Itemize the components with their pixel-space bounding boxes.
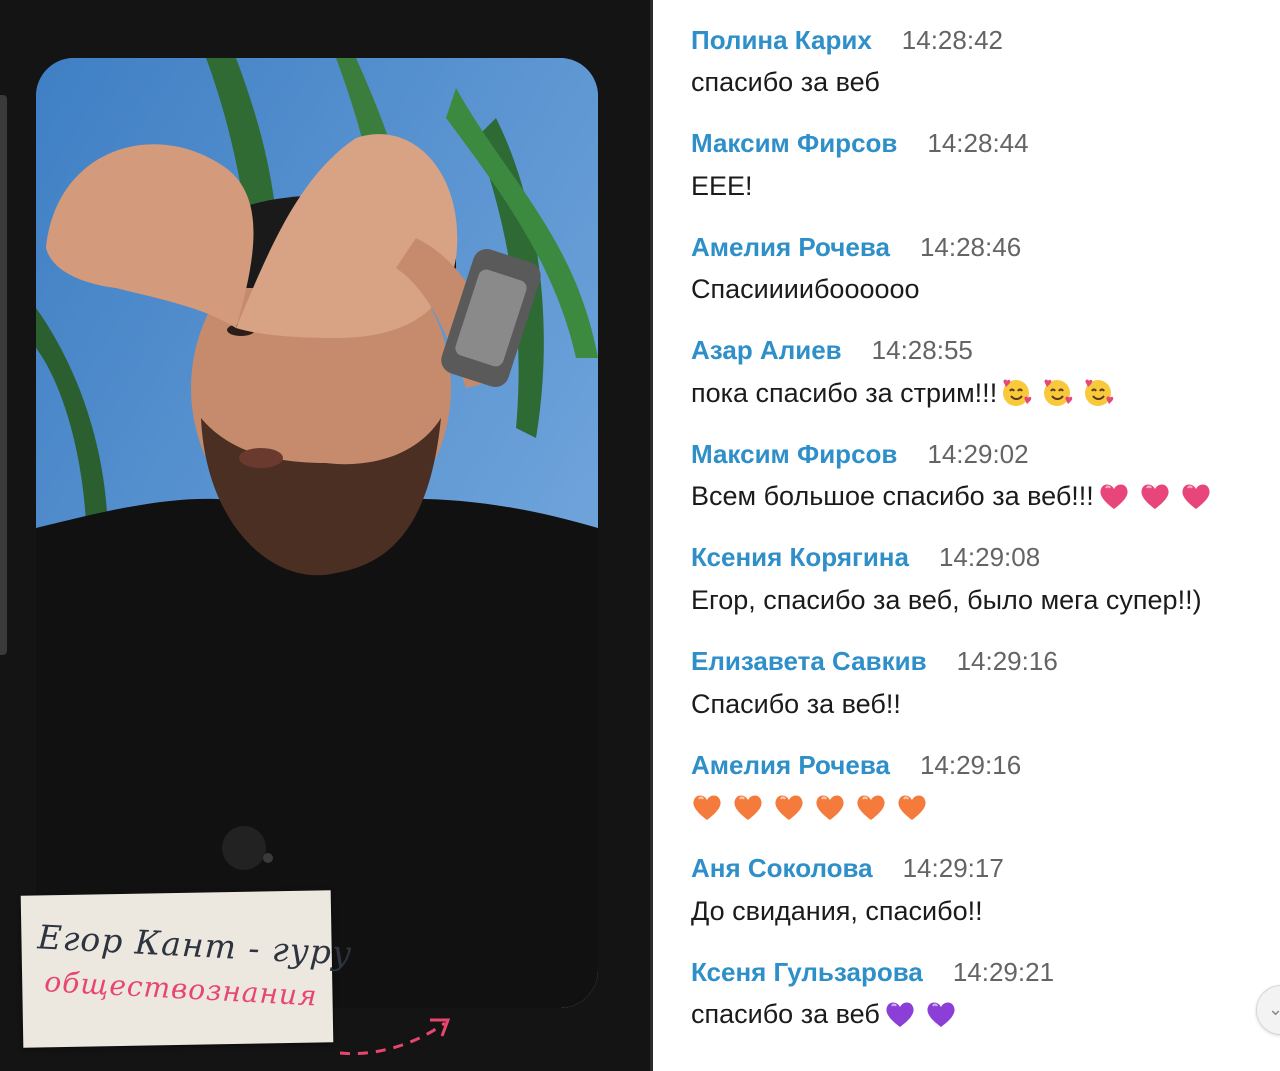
smiling-face-with-hearts-icon (1001, 378, 1033, 408)
message-text: ЕЕЕ! (691, 170, 753, 201)
message-body: Всем большое спасибо за веб!!! (691, 474, 1280, 518)
purple-heart-icon (884, 999, 916, 1029)
message-author[interactable]: Ксения Корягина (691, 542, 909, 573)
message-author[interactable]: Максим Фирсов (691, 128, 897, 159)
message-author[interactable]: Ксеня Гульзарова (691, 957, 923, 988)
message-text: спасибо за веб (691, 999, 880, 1030)
message-text: До свидания, спасибо!! (691, 895, 983, 926)
stream-video-image (36, 58, 598, 1008)
message-header: Азар Алиев 14:28:55 (691, 331, 1280, 371)
message-body: До свидания, спасибо!! (691, 889, 1280, 933)
chat-message-list[interactable]: Полина Карих 14:28:42 спасибо за веб Мак… (691, 20, 1280, 1071)
message-author[interactable]: Азар Алиев (691, 335, 842, 366)
chat-message: Ксения Корягина 14:29:08 Егор, спасибо з… (691, 538, 1280, 642)
previous-slide-edge[interactable] (0, 95, 7, 655)
chat-message: Амелия Рочева 14:29:16 (691, 745, 1280, 849)
message-author[interactable]: Максим Фирсов (691, 439, 897, 470)
message-header: Амелия Рочева 14:28:46 (691, 227, 1280, 267)
message-author[interactable]: Елизавета Савкив (691, 646, 927, 677)
orange-heart-icon (691, 792, 723, 822)
chat-message: Максим Фирсов 14:29:02 Всем большое спас… (691, 434, 1280, 538)
message-time: 14:29:08 (938, 542, 1041, 573)
message-body: пока спасибо за стрим!!! (691, 371, 1280, 415)
pink-heart-icon (1098, 481, 1130, 511)
message-time: 14:29:16 (919, 749, 1022, 780)
message-header: Ксеня Гульзарова 14:29:21 (691, 952, 1280, 992)
message-time: 14:28:46 (919, 231, 1022, 262)
chat-message: Елизавета Савкив 14:29:16 Спасибо за веб… (691, 642, 1280, 746)
message-emojis (691, 792, 937, 822)
chat-message: Максим Фирсов 14:28:44 ЕЕЕ! (691, 124, 1280, 228)
smiling-face-with-hearts-icon (1042, 378, 1074, 408)
message-header: Елизавета Савкив 14:29:16 (691, 642, 1280, 682)
message-text: спасибо за веб (691, 67, 880, 97)
message-time: 14:29:21 (952, 956, 1055, 987)
orange-heart-icon (773, 792, 805, 822)
message-header: Амелия Рочева 14:29:16 (691, 745, 1280, 785)
video-panel: Егор Кант - гуру обществознания (0, 0, 652, 1071)
message-body: спасибо за веб (691, 992, 1280, 1036)
message-header: Полина Карих 14:28:42 (691, 20, 1280, 60)
message-time: 14:29:02 (927, 438, 1029, 469)
message-text: Спасиииибоооооо (691, 274, 920, 305)
message-text: Спасибо за веб!! (691, 688, 901, 719)
chat-message: Азар Алиев 14:28:55 пока спасибо за стри… (691, 331, 1280, 435)
orange-heart-icon (732, 792, 764, 822)
orange-heart-icon (855, 792, 887, 822)
message-header: Аня Соколова 14:29:17 (691, 849, 1280, 889)
message-text: Всем большое спасибо за веб!!! (691, 481, 1094, 512)
panel-divider (650, 0, 653, 1071)
orange-heart-icon (814, 792, 846, 822)
message-time: 14:29:17 (902, 853, 1004, 884)
caption-speaker-name: Егор Кант - гуру (36, 917, 354, 973)
chat-message: Амелия Рочева 14:28:46 Спасиииибоооооо (691, 227, 1280, 331)
orange-heart-icon (896, 792, 928, 822)
chat-message: Полина Карих 14:28:42 спасибо за веб (691, 20, 1280, 124)
message-body: спасибо за веб (691, 60, 1280, 104)
speaker-caption-card: Егор Кант - гуру обществознания (20, 890, 354, 1048)
message-body: Егор, спасибо за веб, было мега супер!!) (691, 578, 1280, 622)
message-author[interactable]: Амелия Рочева (691, 750, 890, 781)
message-emojis (1098, 481, 1221, 511)
message-time: 14:29:16 (956, 646, 1058, 677)
message-header: Максим Фирсов 14:28:44 (691, 124, 1280, 164)
message-body: ЕЕЕ! (691, 164, 1280, 208)
message-emojis (884, 999, 966, 1029)
message-time: 14:28:42 (901, 24, 1003, 55)
message-author[interactable]: Полина Карих (691, 25, 872, 56)
message-author[interactable]: Амелия Рочева (691, 232, 890, 263)
message-body: Спасиииибоооооо (691, 267, 1280, 311)
message-time: 14:28:44 (927, 128, 1029, 159)
message-header: Ксения Корягина 14:29:08 (691, 538, 1280, 578)
purple-heart-icon (925, 999, 957, 1029)
message-emojis (1001, 378, 1124, 408)
chat-message: Ксеня Гульзарова 14:29:21 спасибо за веб (691, 952, 1280, 1056)
message-time: 14:28:55 (871, 335, 973, 366)
message-text: пока спасибо за стрим!!! (691, 377, 998, 408)
stream-video[interactable] (36, 58, 598, 1008)
message-body: Спасибо за веб!! (691, 682, 1280, 726)
pink-heart-icon (1180, 481, 1212, 511)
caption-subject: обществознания (43, 965, 319, 1013)
chat-message: Аня Соколова 14:29:17 До свидания, спаси… (691, 849, 1280, 953)
message-text: Егор, спасибо за веб, было мега супер!!) (691, 584, 1202, 615)
chevron-down-icon: ⌄ (1268, 999, 1280, 1019)
smiling-face-with-hearts-icon (1083, 378, 1115, 408)
arrow-doodle-icon (339, 1018, 451, 1056)
message-author[interactable]: Аня Соколова (691, 853, 873, 884)
pink-heart-icon (1139, 481, 1171, 511)
message-header: Максим Фирсов 14:29:02 (691, 434, 1280, 474)
message-body (691, 785, 1280, 829)
